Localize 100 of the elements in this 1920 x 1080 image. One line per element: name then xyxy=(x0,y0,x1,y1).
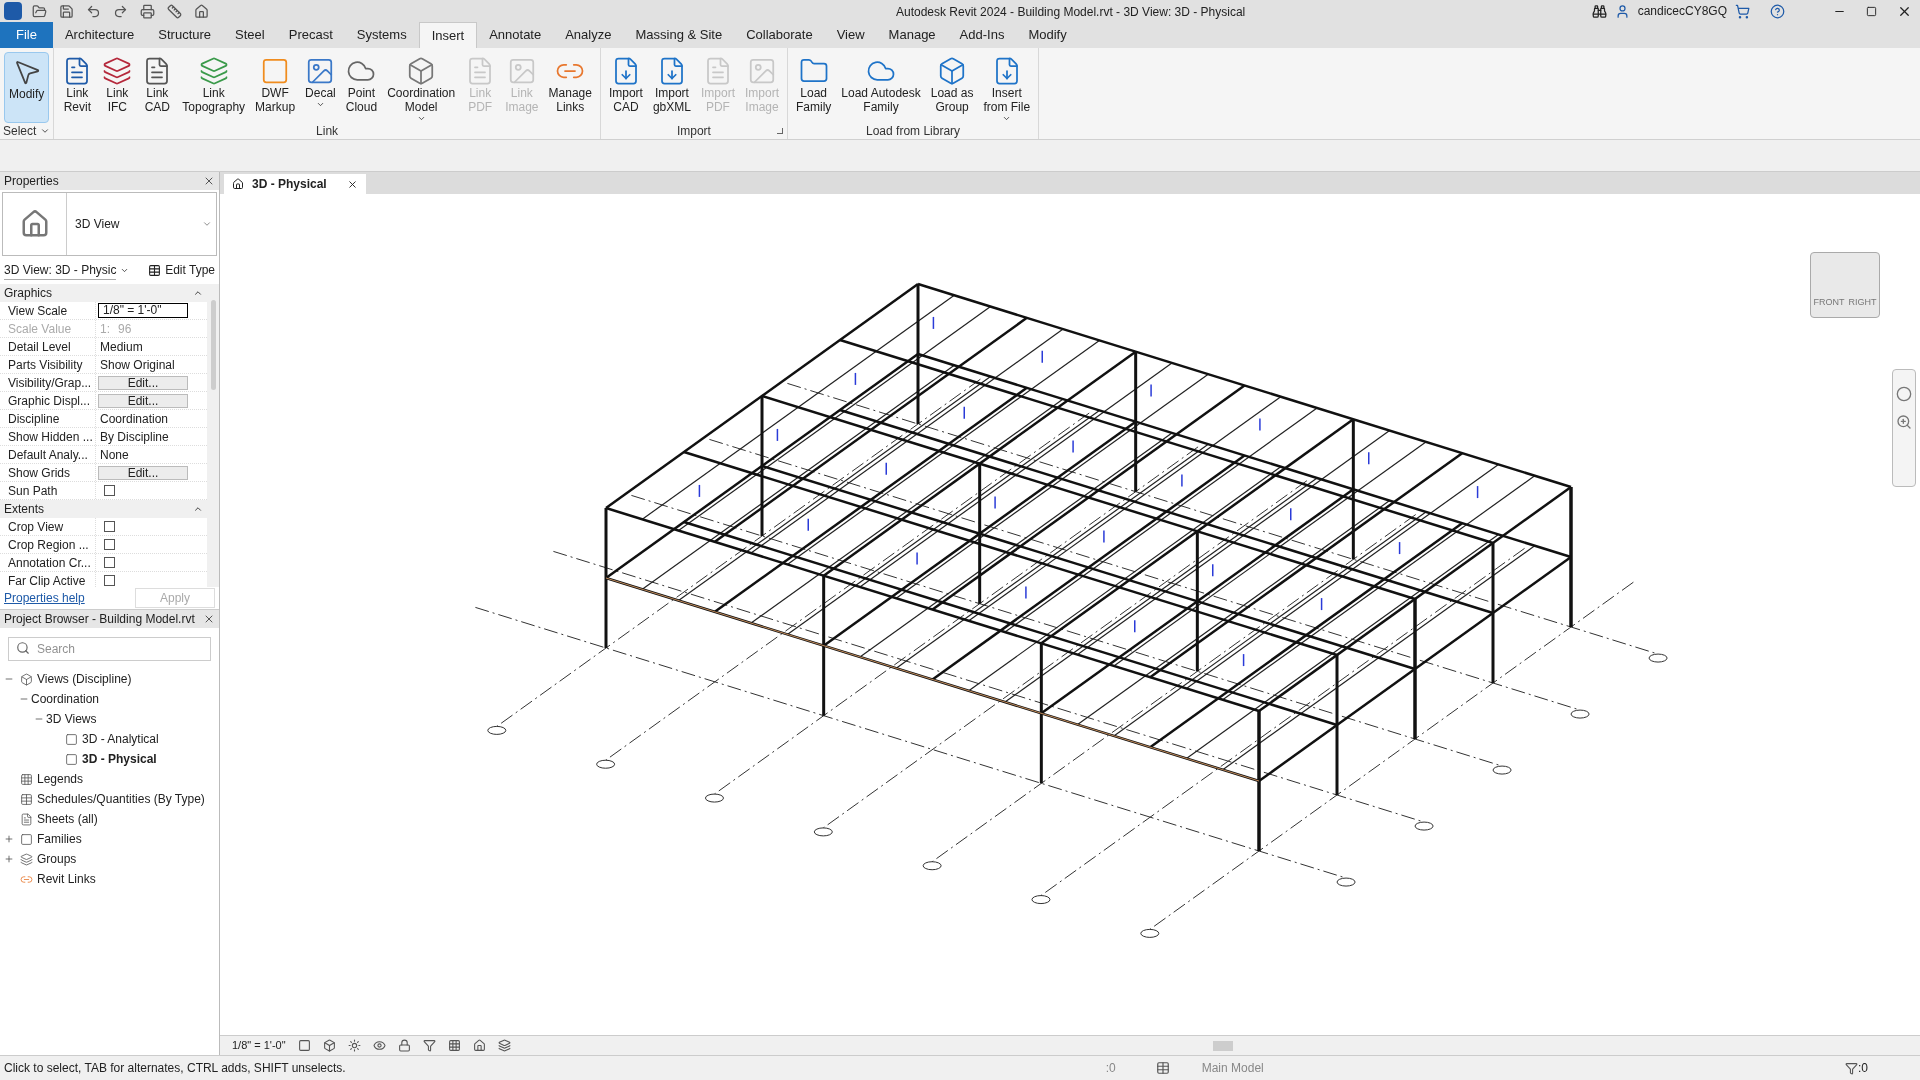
restore-icon[interactable] xyxy=(1866,5,1877,17)
ribbon-tool-button[interactable]: Modify xyxy=(4,52,50,123)
property-checkbox[interactable] xyxy=(104,539,115,550)
ribbon-tool-button[interactable]: Link IFC xyxy=(98,52,137,123)
ribbon-tab[interactable]: Massing & Site xyxy=(623,22,735,48)
house-icon[interactable] xyxy=(194,3,209,19)
printer-icon[interactable] xyxy=(140,3,155,19)
ruler-icon[interactable] xyxy=(167,3,182,19)
view-scale-button[interactable]: 1/8" = 1'-0" xyxy=(232,1037,286,1054)
edit-button[interactable]: Edit... xyxy=(98,393,188,408)
navigation-bar[interactable] xyxy=(1892,369,1916,487)
ribbon-tab[interactable]: File xyxy=(0,22,53,48)
ribbon-tab[interactable]: Analyze xyxy=(553,22,624,48)
zoom-icon[interactable] xyxy=(1896,414,1912,430)
lock-icon[interactable] xyxy=(397,1039,411,1052)
folder-icon[interactable] xyxy=(32,3,47,19)
ribbon-tab[interactable]: Manage xyxy=(876,22,948,48)
layers-icon[interactable] xyxy=(497,1039,511,1052)
ribbon-tab[interactable]: Structure xyxy=(146,22,224,48)
ribbon-tab[interactable]: Annotate xyxy=(477,22,554,48)
ribbon-tool-button[interactable]: Point Cloud xyxy=(341,52,382,123)
ribbon-tool-button[interactable]: Import gbXML xyxy=(648,52,695,123)
collapse-icon[interactable] xyxy=(193,288,203,298)
ribbon-tab[interactable]: Precast xyxy=(276,22,345,48)
tree-item[interactable]: 3D - Analytical xyxy=(82,730,159,748)
tree-item[interactable]: Groups xyxy=(37,850,77,868)
property-label: Detail Level xyxy=(7,338,72,356)
help-icon[interactable] xyxy=(1770,3,1785,19)
viewcube[interactable]: FRONT RIGHT xyxy=(1810,252,1880,318)
ribbon-tab[interactable]: View xyxy=(824,22,877,48)
properties-help-link[interactable]: Properties help xyxy=(4,589,85,607)
ribbon-tool-button[interactable]: Link Revit xyxy=(58,52,97,123)
ribbon-tool-button[interactable]: Decal xyxy=(301,52,340,123)
scrollbar[interactable] xyxy=(207,284,219,587)
redo-icon[interactable] xyxy=(113,3,128,19)
property-label: Show Hidden ... xyxy=(7,428,94,446)
close-icon[interactable] xyxy=(203,175,215,187)
ribbon-tool-button[interactable]: DWF Markup xyxy=(251,52,300,123)
tree-item[interactable]: Families xyxy=(37,830,82,848)
ribbon-tab[interactable]: Collaborate xyxy=(734,22,825,48)
filter-icon[interactable] xyxy=(1845,1061,1858,1075)
tree-item[interactable]: Coordination xyxy=(31,690,100,708)
cart-icon[interactable] xyxy=(1735,3,1750,19)
ribbon-tab[interactable]: Systems xyxy=(344,22,419,48)
view-selector-dropdown[interactable]: 3D View: 3D - Physic xyxy=(4,260,117,280)
cube-icon[interactable] xyxy=(322,1039,336,1052)
ribbon-tool-button[interactable]: Link Topography xyxy=(178,52,250,123)
ribbon-tab[interactable]: Modify xyxy=(1016,22,1079,48)
user-menu[interactable]: candicecCY8GQ xyxy=(1637,2,1727,20)
search-field[interactable]: Search xyxy=(8,637,211,661)
ribbon-tab[interactable]: Architecture xyxy=(52,22,147,48)
tree-item[interactable]: Schedules/Quantities (By Type) xyxy=(37,790,205,808)
eye-icon[interactable] xyxy=(372,1039,386,1052)
property-checkbox[interactable] xyxy=(104,521,115,532)
close-icon[interactable] xyxy=(203,613,215,625)
tree-item[interactable]: Legends xyxy=(37,770,84,788)
3d-view-canvas[interactable]: FRONT RIGHT xyxy=(220,194,1920,1035)
app-logo-icon[interactable] xyxy=(4,2,22,20)
save-icon[interactable] xyxy=(59,3,74,19)
ribbon-tool-button[interactable]: Import CAD xyxy=(604,52,647,123)
square-icon[interactable] xyxy=(297,1039,311,1052)
collapse-icon[interactable] xyxy=(193,504,203,514)
undo-icon[interactable] xyxy=(86,3,101,19)
binoculars-icon[interactable] xyxy=(1591,3,1607,19)
tree-item[interactable]: Views (Discipline) xyxy=(37,670,132,688)
dialog-launcher-icon[interactable] xyxy=(777,128,783,134)
ribbon-tool-button[interactable]: Link CAD xyxy=(138,52,177,123)
ribbon-tab[interactable]: Insert xyxy=(418,22,478,48)
edit-type-icon[interactable] xyxy=(148,263,162,277)
tree-item[interactable]: 3D Views xyxy=(46,710,97,728)
tree-item[interactable]: Sheets (all) xyxy=(37,810,98,828)
ribbon-tool-button[interactable]: Manage Links xyxy=(544,52,596,123)
ribbon-tool-button[interactable]: Insert from File xyxy=(979,52,1035,123)
tree-item[interactable]: 3D - Physical xyxy=(82,750,157,768)
edit-type-button[interactable]: Edit Type xyxy=(165,261,215,279)
wheel-icon[interactable] xyxy=(1896,386,1912,402)
table-icon[interactable] xyxy=(1155,1061,1170,1075)
view-scale-field[interactable]: 1/8" = 1'-0" xyxy=(98,303,188,318)
grid-icon[interactable] xyxy=(447,1039,461,1052)
expand-icon[interactable] xyxy=(4,854,14,864)
close-icon[interactable] xyxy=(346,178,358,190)
user-icon[interactable] xyxy=(1614,3,1630,19)
type-name[interactable]: 3D View xyxy=(75,215,202,233)
edit-button[interactable]: Edit... xyxy=(98,375,188,390)
property-checkbox[interactable] xyxy=(104,557,115,568)
tree-item[interactable]: Revit Links xyxy=(37,870,96,888)
ribbon-tool-button[interactable]: Load Family xyxy=(792,52,836,123)
edit-button[interactable]: Edit... xyxy=(98,465,188,480)
ribbon-tool-button[interactable]: Load Autodesk Family xyxy=(837,52,925,123)
sun-icon[interactable] xyxy=(347,1039,361,1052)
caret-icon[interactable] xyxy=(40,126,51,136)
expand-icon[interactable] xyxy=(4,834,14,844)
filter-icon[interactable] xyxy=(422,1039,436,1052)
house-icon[interactable] xyxy=(472,1039,486,1052)
ribbon-tool-button[interactable]: Coordination Model xyxy=(383,52,460,123)
ribbon-tab[interactable]: Add-Ins xyxy=(947,22,1017,48)
property-checkbox[interactable] xyxy=(104,485,115,496)
ribbon-tab[interactable]: Steel xyxy=(223,22,277,48)
property-checkbox[interactable] xyxy=(104,575,115,586)
ribbon-tool-button[interactable]: Load as Group xyxy=(926,52,978,123)
